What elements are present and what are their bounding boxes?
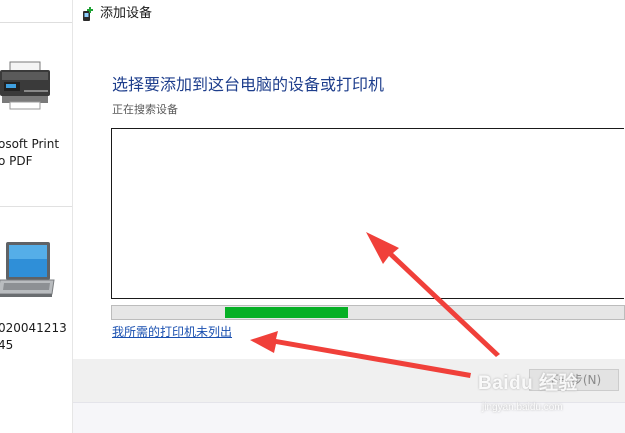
dialog-footer: 下一步(N) [73, 359, 625, 402]
search-status: 正在搜索设备 [112, 103, 178, 116]
background-explorer-window: osoft Print o PDF 020041213 45 [0, 0, 72, 433]
search-progress-bar [111, 305, 625, 320]
device-label-pdf-printer[interactable]: osoft Print o PDF [0, 136, 72, 170]
dialog-title: 添加设备 [100, 6, 153, 21]
device-list[interactable] [111, 128, 624, 299]
printer-icon[interactable] [0, 58, 60, 114]
device-label-computer[interactable]: 020041213 45 [0, 320, 72, 354]
divider [0, 206, 72, 207]
progress-fill [225, 307, 348, 318]
add-device-dialog: 添加设备 选择要添加到这台电脑的设备或打印机 正在搜索设备 我所需的打印机未列出… [73, 0, 625, 433]
page-heading: 选择要添加到这台电脑的设备或打印机 [112, 75, 385, 94]
next-button[interactable]: 下一步(N) [529, 369, 619, 391]
divider [0, 22, 72, 23]
laptop-icon[interactable] [0, 236, 56, 312]
printer-not-listed-link[interactable]: 我所需的打印机未列出 [112, 324, 232, 341]
dialog-bottom-strip [73, 402, 625, 433]
add-device-icon [83, 7, 93, 21]
